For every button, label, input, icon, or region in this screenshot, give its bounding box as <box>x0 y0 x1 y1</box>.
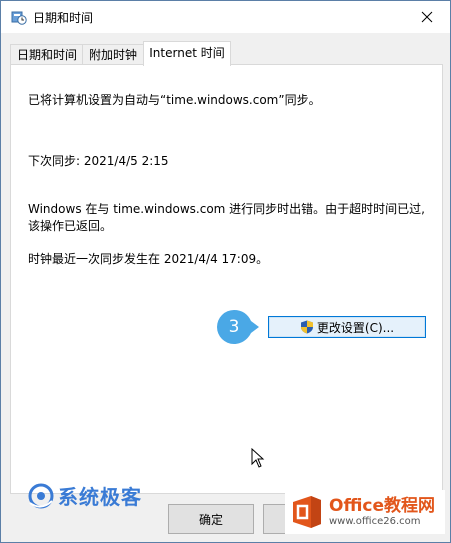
mouse-cursor-icon <box>251 447 265 471</box>
next-sync-text: 下次同步: 2021/4/5 2:15 <box>28 154 169 168</box>
step-number: 3 <box>228 317 240 337</box>
change-settings-button[interactable]: 更改设置(C)... <box>268 316 426 338</box>
ok-button[interactable]: 确定 <box>168 504 254 534</box>
watermark-right: Office教程网 www.office26.com <box>285 490 445 534</box>
watermark-right-main: Office教程网 <box>329 496 436 516</box>
date-time-dialog: 日期和时间 日期和时间 附加时钟 Internet 时间 已将计算机设置为自动与… <box>0 0 451 543</box>
sync-configured-text: 已将计算机设置为自动与“time.windows.com”同步。 <box>28 93 321 107</box>
last-sync-text: 时钟最近一次同步发生在 2021/4/4 17:09。 <box>28 252 269 266</box>
clock-app-icon <box>11 9 27 25</box>
watermark-right-sub: www.office26.com <box>329 516 421 527</box>
tab-internet-time[interactable]: Internet 时间 <box>143 41 231 66</box>
title-bar: 日期和时间 <box>1 1 450 33</box>
office-logo-icon <box>293 496 321 528</box>
change-settings-label: 更改设置(C)... <box>316 320 395 335</box>
watermark-left: 系统极客 <box>28 481 142 510</box>
uac-shield-icon <box>300 320 313 334</box>
window-title: 日期和时间 <box>33 11 94 25</box>
internet-time-panel: 已将计算机设置为自动与“time.windows.com”同步。 下次同步: 2… <box>10 64 443 494</box>
sync-error-line1: Windows 在与 time.windows.com 进行同步时出错。由于超时… <box>28 202 425 216</box>
sync-error-line2: 该操作已返回。 <box>28 219 113 233</box>
close-icon <box>421 11 433 23</box>
step-callout: 3 <box>212 309 259 345</box>
xitongjike-logo-icon <box>28 483 54 508</box>
tab-date-time[interactable]: 日期和时间 <box>10 44 84 65</box>
watermark-left-text: 系统极客 <box>58 485 142 509</box>
tab-additional-clocks[interactable]: 附加时钟 <box>82 44 144 65</box>
close-button[interactable] <box>404 1 450 33</box>
